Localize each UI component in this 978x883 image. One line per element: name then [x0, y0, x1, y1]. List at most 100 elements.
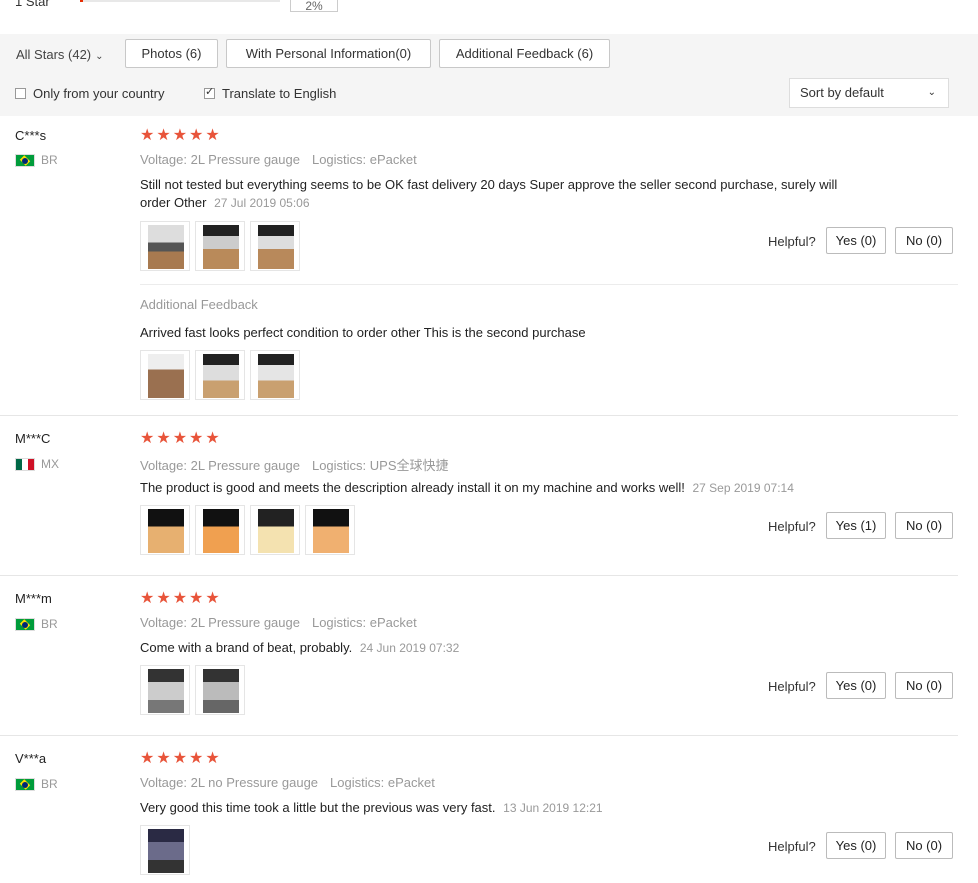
country-code: MX: [41, 457, 59, 471]
review-sku-meta: Voltage: 2L Pressure gauge Logistics: ePa…: [140, 152, 417, 167]
helpful-no-button[interactable]: No (0): [895, 832, 953, 859]
translate-option[interactable]: Translate to English: [204, 85, 337, 101]
logistics-info: Logistics: ePacket: [311, 615, 417, 630]
review-photo-thumbnail[interactable]: [140, 505, 190, 555]
all-stars-label: All Stars (42): [16, 47, 92, 62]
helpful-yes-button[interactable]: Yes (0): [826, 672, 886, 699]
feedback-divider: [140, 284, 958, 285]
review-date: 27 Jul 2019 05:06: [214, 196, 310, 210]
sort-select-value: Sort by default: [800, 85, 884, 100]
additional-feedback-text: Arrived fast looks perfect condition to …: [140, 325, 586, 340]
review-body: Come with a brand of beat, probably.: [140, 640, 353, 655]
review-sku-meta: Voltage: 2L Pressure gauge Logistics: ePa…: [140, 615, 417, 630]
review-photos: [140, 221, 305, 271]
reviewer-country: BR: [15, 153, 58, 167]
review-photo-thumbnail[interactable]: [195, 350, 245, 400]
rating-stars: ★★★★★: [140, 127, 222, 144]
review-photo-thumbnail[interactable]: [195, 665, 245, 715]
helpful-yes-button[interactable]: Yes (1): [826, 512, 886, 539]
reviewer-country: BR: [15, 617, 58, 631]
review-date: 13 Jun 2019 12:21: [503, 801, 603, 815]
translate-checkbox[interactable]: [204, 85, 215, 99]
country-code: BR: [41, 153, 58, 167]
voltage-info: Voltage: 2L Pressure gauge: [140, 458, 300, 473]
mexico-flag-icon: [15, 457, 35, 471]
helpful-label: Helpful?: [768, 839, 816, 854]
helpful-label: Helpful?: [768, 519, 816, 534]
country-code: BR: [41, 777, 58, 791]
review-photos: [140, 665, 250, 715]
additional-feedback-filter-button[interactable]: Additional Feedback (6): [439, 39, 610, 68]
helpful-no-button[interactable]: No (0): [895, 512, 953, 539]
reviewer-name: M***C: [15, 431, 51, 446]
review-photos: [140, 505, 360, 555]
rating-stars: ★★★★★: [140, 590, 222, 607]
chevron-down-icon: ⌄: [927, 87, 936, 98]
review-item: C***s BR ★★★★★ Voltage: 2L Pressure gaug…: [0, 116, 978, 416]
helpful-no-button[interactable]: No (0): [895, 672, 953, 699]
review-photo-thumbnail[interactable]: [305, 505, 355, 555]
reviewer-country: BR: [15, 777, 58, 791]
logistics-info: Logistics: ePacket: [311, 152, 417, 167]
helpful-yes-button[interactable]: Yes (0): [826, 227, 886, 254]
review-date: 24 Jun 2019 07:32: [359, 641, 460, 655]
review-filter-bar: All Stars (42) ⌄ Photos (6) With Personal…: [0, 34, 978, 116]
review-body: Very good this time took a little but th…: [140, 800, 496, 815]
logistics-info: Logistics: ePacket: [330, 775, 435, 790]
review-body: The product is good and meets the descri…: [140, 480, 685, 495]
review-photo-thumbnail[interactable]: [140, 221, 190, 271]
brazil-flag-icon: [15, 617, 35, 631]
review-text: Very good this time took a little but th…: [140, 799, 860, 817]
voltage-info: Voltage: 2L Pressure gauge: [140, 615, 300, 630]
review-photo-thumbnail[interactable]: [250, 350, 300, 400]
review-date: 27 Sep 2019 07:14: [692, 481, 794, 495]
review-sku-meta: Voltage: 2L no Pressure gauge Logistics: …: [140, 775, 435, 790]
chevron-down-icon: ⌄: [95, 51, 104, 62]
rating-stars: ★★★★★: [140, 750, 222, 767]
review-photo-thumbnail[interactable]: [140, 665, 190, 715]
brazil-flag-icon: [15, 777, 35, 791]
brazil-flag-icon: [15, 153, 35, 167]
helpful-yes-button[interactable]: Yes (0): [826, 832, 886, 859]
reviewer-country: MX: [15, 457, 59, 471]
review-photo-thumbnail[interactable]: [140, 825, 190, 875]
review-sku-meta: Voltage: 2L Pressure gauge Logistics: UPS…: [140, 455, 449, 474]
star-bar-fill: [80, 0, 83, 2]
personal-info-filter-button[interactable]: With Personal Information(0): [226, 39, 431, 68]
only-country-label: Only from your country: [33, 86, 165, 101]
photos-filter-button[interactable]: Photos (6): [125, 39, 218, 68]
logistics-info: Logistics: UPS全球快捷: [311, 458, 449, 473]
review-item: V***a BR ★★★★★ Voltage: 2L no Pressure g…: [0, 736, 978, 883]
review-item: M***m BR ★★★★★ Voltage: 2L Pressure gaug…: [0, 576, 978, 736]
review-photo-thumbnail[interactable]: [250, 221, 300, 271]
helpful-label: Helpful?: [768, 679, 816, 694]
reviewer-name: V***a: [15, 751, 47, 766]
additional-feedback-title: Additional Feedback: [140, 297, 258, 312]
star-summary-row: 1 Star 2%: [0, 0, 978, 14]
helpful-no-button[interactable]: No (0): [895, 227, 953, 254]
review-photo-thumbnail[interactable]: [140, 350, 190, 400]
additional-feedback-photos: [140, 350, 305, 400]
sort-select[interactable]: Sort by default ⌄: [789, 78, 949, 108]
star-level-label: 1 Star: [15, 0, 50, 9]
star-bar-track: [80, 0, 280, 2]
rating-stars: ★★★★★: [140, 430, 222, 447]
country-code: BR: [41, 617, 58, 631]
review-text: Come with a brand of beat, probably. 24 …: [140, 639, 860, 657]
all-stars-dropdown[interactable]: All Stars (42) ⌄: [16, 47, 104, 62]
helpful-label: Helpful?: [768, 234, 816, 249]
review-photo-thumbnail[interactable]: [195, 221, 245, 271]
review-photo-thumbnail[interactable]: [195, 505, 245, 555]
review-text: The product is good and meets the descri…: [140, 479, 860, 497]
star-percent: 2%: [290, 0, 338, 13]
reviewer-name: C***s: [15, 128, 47, 143]
voltage-info: Voltage: 2L no Pressure gauge: [140, 775, 319, 790]
review-photos: [140, 825, 195, 875]
review-item: M***C MX ★★★★★ Voltage: 2L Pressure gaug…: [0, 416, 978, 576]
only-country-option[interactable]: Only from your country: [15, 86, 165, 101]
review-photo-thumbnail[interactable]: [250, 505, 300, 555]
translate-label: Translate to English: [222, 86, 337, 101]
reviewer-name: M***m: [15, 591, 52, 606]
review-text: Still not tested but everything seems to…: [140, 176, 860, 212]
only-country-checkbox[interactable]: [15, 88, 26, 99]
